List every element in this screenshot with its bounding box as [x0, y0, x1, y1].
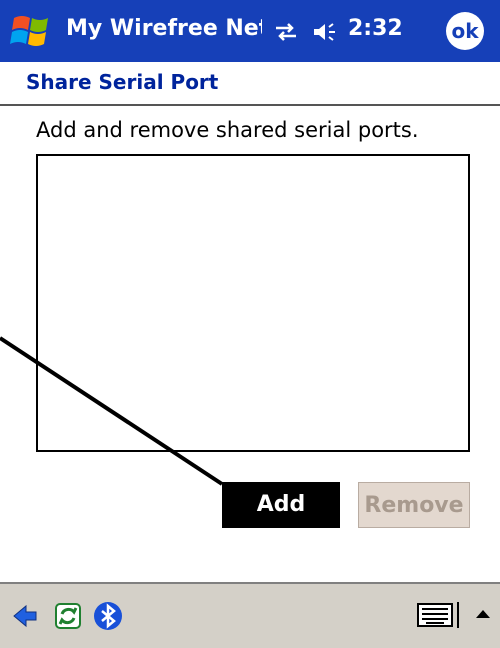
- title-bar: My Wirefree Networ 2:32 ok: [0, 0, 500, 62]
- windows-start-icon[interactable]: [8, 8, 56, 56]
- clock[interactable]: 2:32: [348, 16, 403, 41]
- keyboard-icon[interactable]: [416, 600, 462, 630]
- instruction-text: Add and remove shared serial ports.: [36, 118, 419, 142]
- page-title: Share Serial Port: [26, 70, 219, 94]
- bluetooth-icon[interactable]: [92, 600, 124, 632]
- app-title: My Wirefree Networ: [66, 16, 262, 41]
- connectivity-icon[interactable]: [272, 20, 300, 44]
- sip-arrow-icon[interactable]: [472, 600, 494, 630]
- back-arrow-icon[interactable]: [10, 600, 42, 632]
- page-header: Share Serial Port: [0, 62, 500, 106]
- bottom-bar: [0, 582, 500, 648]
- ok-button[interactable]: ok: [446, 12, 484, 50]
- add-button[interactable]: Add: [222, 482, 340, 528]
- shared-serial-port-list[interactable]: [36, 154, 470, 452]
- volume-icon[interactable]: [312, 20, 340, 44]
- remove-button[interactable]: Remove: [358, 482, 470, 528]
- sync-icon[interactable]: [52, 600, 84, 632]
